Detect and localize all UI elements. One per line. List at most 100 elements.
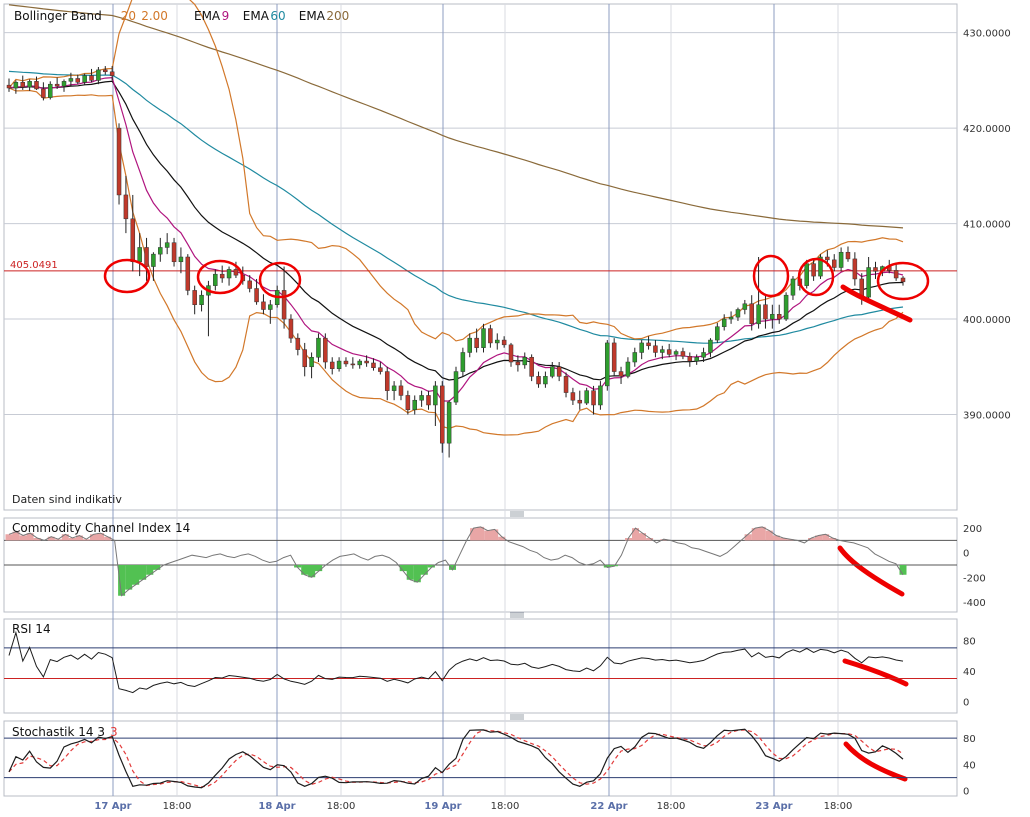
- candle-body: [646, 342, 651, 347]
- candle-body: [770, 314, 775, 320]
- candle-body: [501, 339, 507, 346]
- x-axis-time-label: 18:00: [657, 801, 686, 812]
- candle-body: [144, 247, 149, 267]
- candle-body: [75, 78, 81, 83]
- candle-body: [715, 326, 720, 341]
- candle-body: [893, 270, 899, 279]
- legend-item: 2.00: [141, 9, 168, 23]
- candle-body: [756, 304, 761, 325]
- candle-body: [199, 294, 204, 305]
- legend-item: Bollinger Band: [14, 9, 102, 23]
- candle-body: [708, 339, 713, 353]
- candle-body: [666, 349, 672, 355]
- candle-body: [219, 273, 225, 279]
- candle-body: [48, 83, 53, 98]
- candle-body: [247, 280, 252, 289]
- candle-body: [591, 390, 596, 406]
- candle-body: [364, 360, 369, 364]
- candle-body: [776, 314, 782, 320]
- candle-body: [508, 344, 514, 363]
- candle: [116, 123, 122, 205]
- stoch-signal-title: 3: [110, 725, 118, 739]
- candle-body: [831, 259, 837, 268]
- candle-body: [453, 371, 459, 403]
- disclaimer-text: Daten sind indikativ: [12, 493, 122, 506]
- candle-body: [673, 351, 679, 355]
- candle-body: [164, 242, 170, 248]
- candle-body: [783, 294, 789, 320]
- legend-item: 200: [326, 9, 349, 23]
- candle-body: [611, 342, 617, 372]
- candle-body: [866, 267, 871, 298]
- legend-item: 20: [121, 9, 136, 23]
- candle-body: [213, 273, 218, 286]
- candle-body: [329, 361, 335, 369]
- candle-body: [721, 318, 727, 327]
- x-axis-time-label: 18:00: [327, 801, 356, 812]
- candle-body: [419, 395, 424, 401]
- x-axis-time-label: 18:00: [824, 801, 853, 812]
- x-axis-date-label: 23 Apr: [755, 801, 792, 812]
- candle-body: [460, 352, 466, 372]
- candle-body: [790, 278, 796, 296]
- candle-body: [742, 303, 748, 310]
- chart-root: 430.0000 420.0000 410.0000 400.0000 390.0000…: [0, 0, 1030, 817]
- candle-body: [378, 367, 383, 372]
- panel-resize-handle[interactable]: [510, 511, 524, 517]
- candle-body: [309, 356, 314, 368]
- legend-item: 60: [270, 9, 285, 23]
- candle-body: [598, 385, 603, 406]
- candle-body: [288, 318, 294, 339]
- legend-item: EMA: [194, 9, 221, 23]
- candle-body: [873, 267, 878, 272]
- candle-body: [233, 269, 239, 276]
- panel-resize-handle[interactable]: [510, 612, 524, 618]
- candle-body: [96, 69, 101, 81]
- candle-body: [226, 269, 232, 279]
- candle-body: [357, 360, 362, 366]
- candle: [185, 254, 191, 296]
- candle-body: [446, 401, 452, 444]
- candle-body: [749, 303, 754, 325]
- candle-body: [439, 385, 445, 444]
- candle-body: [563, 376, 569, 393]
- candle-body: [268, 304, 273, 310]
- cci-axis-label: -400: [963, 598, 986, 609]
- candle-body: [34, 81, 39, 90]
- candle-body: [116, 127, 122, 196]
- candle-body: [845, 251, 851, 260]
- x-axis-date-label: 18 Apr: [258, 801, 295, 812]
- candle-body: [639, 342, 644, 353]
- candle-body: [89, 75, 94, 81]
- x-axis-time-label: 18:00: [491, 801, 520, 812]
- candle-body: [398, 385, 404, 396]
- x-axis-time-label: 18:00: [163, 801, 192, 812]
- candle-body: [653, 345, 658, 353]
- candle-body: [556, 366, 562, 377]
- cci-axis-label: 0: [963, 549, 969, 560]
- x-axis-date-label: 19 Apr: [424, 801, 461, 812]
- candle-body: [426, 395, 431, 406]
- candle-body: [391, 385, 397, 391]
- candle-body: [852, 258, 858, 280]
- candle-body: [192, 290, 197, 305]
- price-axis-label: 420.0000: [963, 124, 1011, 135]
- candle: [611, 338, 617, 377]
- candle-body: [6, 84, 12, 89]
- legend-item: 9: [222, 9, 230, 23]
- price-axis-label: 410.0000: [963, 220, 1011, 231]
- cci-title: Commodity Channel Index 14: [12, 521, 190, 535]
- reference-price-label: 405.0491: [10, 260, 58, 271]
- candle-body: [109, 71, 115, 76]
- candle-body: [61, 81, 67, 87]
- panel-resize-handle[interactable]: [510, 714, 524, 720]
- price-axis-label: 390.0000: [963, 411, 1011, 422]
- price-axis-label: 430.0000: [963, 29, 1011, 40]
- candle-body: [481, 328, 486, 348]
- candle-body: [343, 360, 349, 365]
- candle-body: [54, 83, 60, 87]
- stoch-axis-label: 0: [963, 787, 969, 798]
- rsi-axis-label: 80: [963, 636, 976, 647]
- candle-body: [302, 349, 307, 368]
- candle-body: [515, 361, 521, 366]
